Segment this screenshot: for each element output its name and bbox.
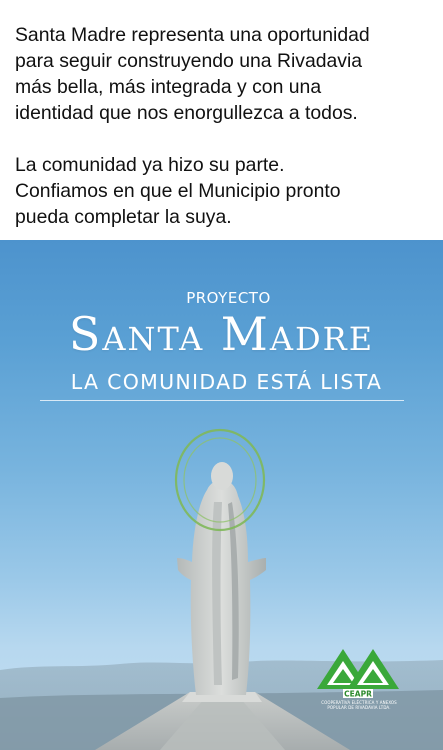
post-line: pueda completar la suya. bbox=[15, 206, 232, 228]
post-line: Santa Madre representa una oportunidad bbox=[15, 24, 370, 46]
statue-head bbox=[211, 462, 233, 490]
ceapr-caption: COOPERATIVA ELÉCTRICA Y ANEXOS POPULAR D… bbox=[320, 700, 398, 710]
post-text: Santa Madre representa una oportunidad p… bbox=[15, 22, 435, 230]
post-line: más bella, más integrada y con una bbox=[15, 76, 322, 98]
post-line: identidad que nos enorgullezca a todos. bbox=[15, 102, 358, 124]
ceapr-logo-icon bbox=[317, 649, 399, 689]
poster-title: Santa Madre bbox=[68, 307, 375, 361]
post-paragraph-2: La comunidad ya hizo su parte. Confiamos… bbox=[15, 152, 435, 230]
post-line: Confiamos en que el Municipio pronto bbox=[15, 180, 341, 202]
ceapr-acronym: CEAPR bbox=[344, 690, 372, 699]
ceapr-caption-line: POPULAR DE RIVADAVIA LTDA. bbox=[327, 705, 391, 710]
post-line: para seguir construyendo una Rivadavia bbox=[15, 50, 363, 72]
ceapr-logo: CEAPR bbox=[317, 649, 399, 699]
post-paragraph-1: Santa Madre representa una oportunidad p… bbox=[15, 22, 435, 126]
poster-subtitle: LA COMUNIDAD ESTÁ LISTA bbox=[70, 370, 383, 394]
poster-kicker: PROYECTO bbox=[186, 289, 271, 307]
poster-divider bbox=[40, 400, 404, 401]
post-line: La comunidad ya hizo su parte. bbox=[15, 154, 285, 176]
poster-image[interactable]: PROYECTO Santa Madre LA COMUNIDAD ESTÁ L… bbox=[0, 240, 443, 750]
